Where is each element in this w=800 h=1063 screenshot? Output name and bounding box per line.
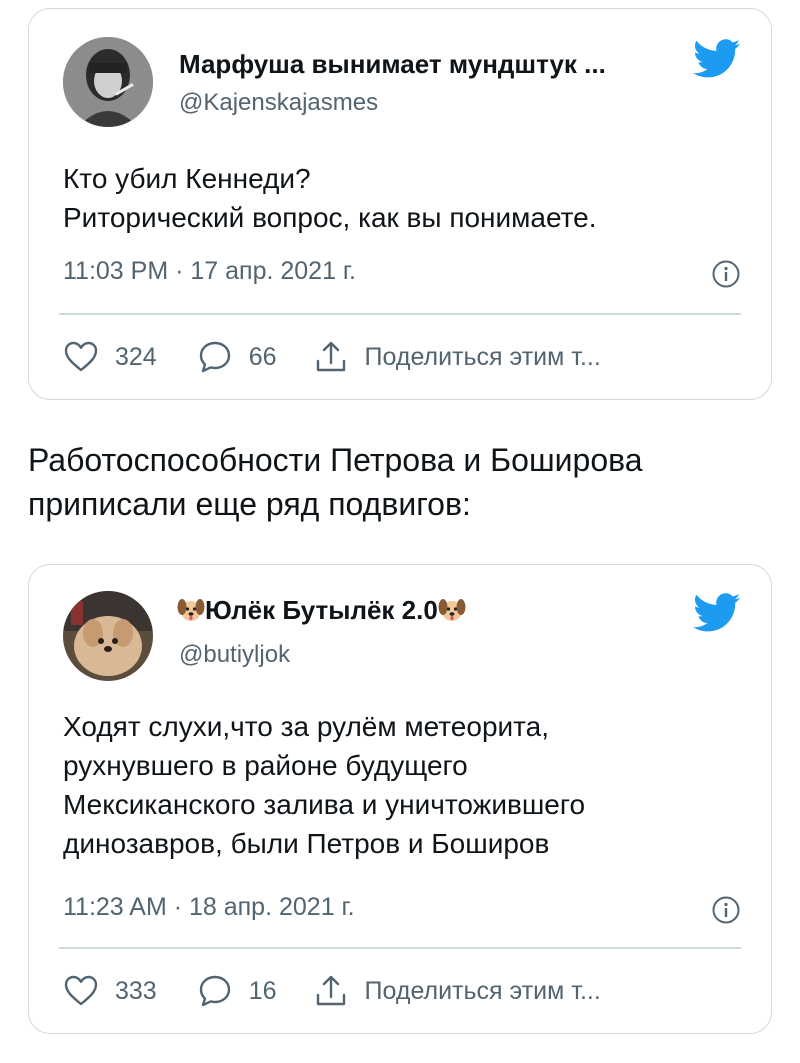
reply-bubble-icon	[199, 341, 230, 373]
avatar[interactable]	[63, 37, 153, 127]
tweet-text: Кто убил Кеннеди? Риторический вопрос, к…	[63, 159, 597, 237]
twitter-bird-icon[interactable]	[693, 39, 741, 79]
tweet-timestamp[interactable]: 11:23 AM · 18 апр. 2021 г.	[63, 893, 355, 922]
reply-button[interactable]: 16	[197, 973, 277, 1009]
share-icon	[316, 341, 345, 372]
share-button[interactable]: Поделиться этим т...	[313, 339, 601, 375]
heart-icon	[64, 975, 98, 1006]
reply-count: 66	[248, 342, 277, 371]
share-button[interactable]: Поделиться этим т...	[313, 973, 601, 1009]
tweet-timestamp[interactable]: 11:03 PM · 17 апр. 2021 г.	[63, 257, 356, 286]
display-name[interactable]: Марфуша вынимает мундштук ...	[179, 49, 606, 80]
avatar[interactable]	[63, 591, 153, 681]
reply-button[interactable]: 66	[197, 339, 277, 375]
like-count: 324	[115, 342, 157, 371]
tweet-text: Ходят слухи,что за рулём метеорита, рухн…	[63, 707, 585, 863]
heart-icon	[64, 341, 98, 372]
tweet-card-1[interactable]: Марфуша вынимает мундштук ... @Kajenskaj…	[28, 8, 772, 400]
divider	[59, 313, 741, 315]
display-name-text: Юлёк Бутылёк 2.0	[205, 595, 438, 625]
tweet-text-line: Кто убил Кеннеди?	[63, 163, 311, 194]
like-count: 333	[115, 976, 157, 1005]
user-handle[interactable]: @butiyljok	[179, 641, 290, 669]
reply-count: 16	[248, 976, 277, 1005]
info-icon[interactable]	[711, 259, 741, 289]
divider	[59, 947, 741, 949]
caption-line: приписали еще ряд подвигов:	[28, 486, 471, 522]
info-icon[interactable]	[711, 895, 741, 925]
tweet-text-line: Ходят слухи,что за рулём метеорита,	[63, 711, 550, 742]
share-icon	[316, 975, 345, 1006]
caption-text: Работоспособности Петрова и Боширова при…	[28, 438, 643, 526]
tweet-card-2[interactable]: Юлёк Бутылёк 2.0 @butiyljok Ходят слухи,…	[28, 564, 772, 1034]
dog-face-icon	[177, 596, 205, 624]
tweet-actions: 333 16 Поделиться этим т...	[63, 969, 741, 1013]
reply-bubble-icon	[199, 975, 230, 1007]
tweet-text-line: Риторический вопрос, как вы понимаете.	[63, 202, 597, 233]
tweet-text-line: Мексиканского залива и уничтожившего	[63, 789, 586, 820]
caption-line: Работоспособности Петрова и Боширова	[28, 442, 643, 478]
share-label: Поделиться этим т...	[364, 976, 601, 1005]
user-handle[interactable]: @Kajenskajasmes	[179, 89, 378, 117]
display-name[interactable]: Юлёк Бутылёк 2.0	[177, 595, 466, 626]
dog-face-icon	[438, 596, 466, 624]
tweet-text-line: динозавров, были Петров и Боширов	[63, 828, 550, 859]
like-button[interactable]: 324	[63, 339, 157, 375]
twitter-bird-icon[interactable]	[693, 593, 741, 633]
tweet-actions: 324 66 Поделиться этим т...	[63, 335, 741, 379]
tweet-text-line: рухнувшего в районе будущего	[63, 750, 468, 781]
share-label: Поделиться этим т...	[364, 342, 601, 371]
like-button[interactable]: 333	[63, 973, 157, 1009]
